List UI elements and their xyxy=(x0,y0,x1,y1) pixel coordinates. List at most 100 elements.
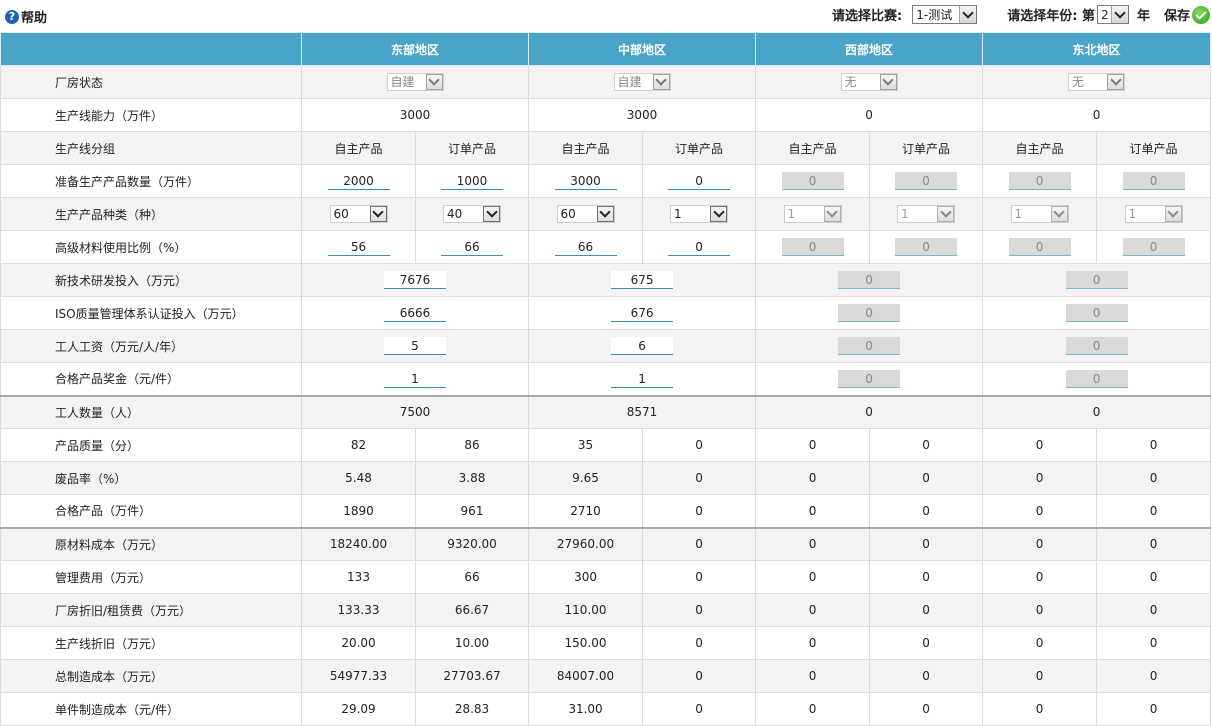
cell: 84007.00 xyxy=(528,659,644,693)
bonus-input[interactable]: 1 xyxy=(384,369,446,388)
factory-status-select[interactable]: 无 xyxy=(840,73,898,91)
variety-select[interactable]: 1 xyxy=(670,205,729,223)
row-label: 合格产品奖金（元/件） xyxy=(0,362,302,396)
cell: 0 xyxy=(869,692,984,726)
cell: 0 xyxy=(1096,428,1212,462)
factory-status-select[interactable]: 自建 xyxy=(613,73,671,91)
row-label: 生产产品种类（种） xyxy=(0,197,302,231)
select-value: 1 xyxy=(787,207,796,221)
cell: 0 xyxy=(642,428,757,462)
factory-status-select[interactable]: 自建 xyxy=(386,73,444,91)
wage-input[interactable]: 6 xyxy=(611,337,674,355)
cell: 27703.67 xyxy=(414,659,530,693)
prep-qty-input-disabled: 0 xyxy=(781,172,844,190)
cell: 9.65 xyxy=(528,461,644,495)
material-ratio-input-disabled: 0 xyxy=(781,238,844,256)
cell: 0 xyxy=(869,164,984,198)
match-label: 请选择比赛: xyxy=(832,9,903,24)
iso-input-disabled: 0 xyxy=(838,304,901,322)
prep-qty-input[interactable]: 3000 xyxy=(554,172,617,190)
rd-input[interactable]: 7676 xyxy=(384,271,446,289)
cell: 0 xyxy=(982,164,1098,198)
factory-status-select[interactable]: 无 xyxy=(1068,73,1126,91)
cell: 0 xyxy=(642,560,757,594)
variety-select[interactable]: 60 xyxy=(556,205,615,223)
year-suffix: 年 xyxy=(1136,9,1150,24)
cell: 0 xyxy=(982,329,1212,363)
cell: 1 xyxy=(869,197,984,231)
variety-select[interactable]: 60 xyxy=(329,205,388,223)
cell: 自主产品 xyxy=(755,131,871,165)
year-select[interactable]: 2 xyxy=(1096,5,1129,24)
cell: 0 xyxy=(642,494,757,528)
prep-qty-input[interactable]: 1000 xyxy=(441,172,503,190)
top-bar: ? 帮助 请选择比赛: 1-测试 请选择年份: 第 2 年 保存 xyxy=(0,0,1212,32)
chevron-down-icon xyxy=(959,6,977,23)
iso-input[interactable]: 6666 xyxy=(384,304,446,322)
cell: 1 xyxy=(755,197,871,231)
cell: 0 xyxy=(982,230,1098,264)
cell: 0 xyxy=(869,626,984,660)
cell: 订单产品 xyxy=(414,131,530,165)
material-ratio-input[interactable]: 56 xyxy=(327,238,390,256)
iso-input[interactable]: 676 xyxy=(611,304,674,322)
bonus-input[interactable]: 1 xyxy=(611,369,674,388)
material-ratio-input[interactable]: 66 xyxy=(554,238,617,256)
rd-input[interactable]: 675 xyxy=(611,271,674,289)
row-rd: 新技术研发投入（万元） 7676 675 0 0 xyxy=(0,263,1212,297)
row-label: 生产线分组 xyxy=(0,131,302,165)
cell: 0 xyxy=(1096,461,1212,495)
row-depreciation: 厂房折旧/租赁费（万元） 133.33 66.67 110.00 0 0 0 0… xyxy=(0,593,1212,627)
cell: 0 xyxy=(1096,560,1212,594)
cell: 0 xyxy=(982,362,1212,396)
cell: 0 xyxy=(642,626,757,660)
match-value: 1-测试 xyxy=(916,8,953,22)
cell: 0 xyxy=(755,296,984,330)
match-select[interactable]: 1-测试 xyxy=(912,5,978,24)
row-material-ratio: 高级材料使用比例（%） 56 66 66 0 0 0 0 0 xyxy=(0,230,1212,264)
production-table: 东部地区 中部地区 西部地区 东北地区 厂房状态 自建 自建 无 无 生产线能力… xyxy=(0,32,1212,726)
cell: 0 xyxy=(755,428,871,462)
help-link[interactable]: ? 帮助 xyxy=(5,7,47,26)
save-label: 保存 xyxy=(1163,9,1190,24)
row-prep-qty: 准备生产产品数量（万件） 2000 1000 3000 0 0 0 0 0 xyxy=(0,164,1212,198)
cell: 0 xyxy=(755,659,871,693)
cell: 6 xyxy=(528,329,757,363)
chevron-down-icon xyxy=(937,206,955,222)
row-label: 废品率（%） xyxy=(0,461,302,495)
row-label: 生产线折旧（万元） xyxy=(0,626,302,660)
select-value: 60 xyxy=(560,207,576,221)
cell: 2710 xyxy=(528,494,644,528)
cell: 27960.00 xyxy=(528,526,644,561)
cell: 0 xyxy=(982,659,1098,693)
cell: 31.00 xyxy=(528,692,644,726)
cell: 7676 xyxy=(300,263,530,297)
chevron-down-icon xyxy=(1164,206,1182,222)
cell: 1890 xyxy=(301,494,416,528)
row-label: 合格产品（万件） xyxy=(0,494,302,528)
prep-qty-input[interactable]: 2000 xyxy=(327,172,390,190)
cell: 自建 xyxy=(528,65,757,99)
cell: 110.00 xyxy=(528,593,644,627)
cell: 0 xyxy=(755,692,871,726)
wage-input-disabled: 0 xyxy=(1065,337,1128,355)
cell: 675 xyxy=(528,263,757,297)
cell: 54977.33 xyxy=(301,659,416,693)
cell: 0 xyxy=(982,593,1098,627)
wage-input[interactable]: 5 xyxy=(384,337,446,355)
row-qualified: 合格产品（万件） 1890 961 2710 0 0 0 0 0 xyxy=(0,494,1212,528)
cell: 0 xyxy=(642,164,757,198)
variety-select[interactable]: 40 xyxy=(443,205,501,223)
region-header: 西部地区 xyxy=(755,32,984,66)
cell: 1 xyxy=(300,362,530,396)
save-button[interactable]: 保存 xyxy=(1164,5,1210,24)
cell: 6666 xyxy=(300,296,530,330)
variety-select-disabled: 1 xyxy=(1124,205,1183,223)
toolbar: 请选择比赛: 1-测试 请选择年份: 第 2 年 保存 xyxy=(832,5,1210,24)
row-label: 原材料成本（万元） xyxy=(0,526,302,561)
cell: 0 xyxy=(642,692,757,726)
material-ratio-input[interactable]: 66 xyxy=(441,238,503,256)
prep-qty-input[interactable]: 0 xyxy=(668,172,731,190)
material-ratio-input[interactable]: 0 xyxy=(668,238,731,256)
cell: 0 xyxy=(642,593,757,627)
